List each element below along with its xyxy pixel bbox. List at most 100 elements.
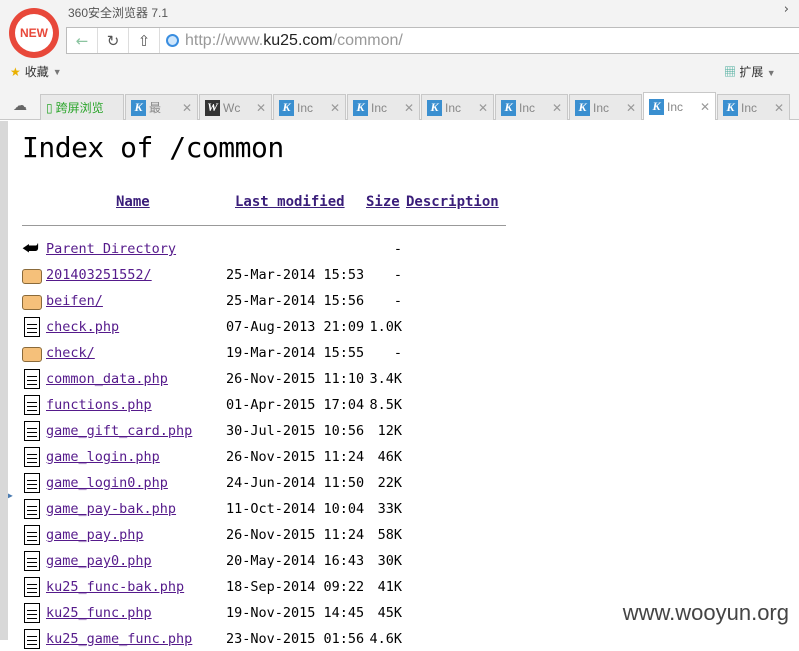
refresh-icon[interactable]: ↻ [98, 28, 129, 53]
file-link[interactable]: 201403251552/ [46, 267, 152, 283]
file-link[interactable]: game_pay.php [46, 527, 144, 543]
close-icon[interactable]: ✕ [774, 101, 784, 115]
cloud-icon[interactable]: ☁ [0, 92, 40, 120]
close-icon[interactable]: ✕ [700, 100, 710, 114]
file-size: 58K [377, 527, 402, 543]
tab[interactable]: K Inc ✕ [717, 94, 790, 120]
file-icon [24, 395, 40, 415]
tab-label: Inc [445, 100, 462, 115]
file-link[interactable]: beifen/ [46, 293, 103, 309]
sort-by-modified-link[interactable]: Last modified [235, 194, 345, 210]
tab[interactable]: K 最 ✕ [125, 94, 198, 120]
file-link[interactable]: game_gift_card.php [46, 423, 192, 439]
table-row: beifen/25-Mar-2014 15:56 - [22, 291, 522, 313]
file-link[interactable]: check/ [46, 345, 95, 361]
tab[interactable]: K Inc ✕ [643, 92, 716, 120]
tab-label: 跨屏浏览 [55, 101, 104, 115]
k-icon: K [279, 99, 294, 116]
close-icon[interactable]: ✕ [182, 101, 192, 115]
browser-chrome: NEW 360安全浏览器 7.1 › ← ↻ ⇧ http://www.ku25… [0, 0, 799, 120]
extensions-button[interactable]: ▦ 扩展 ▼ [724, 63, 776, 80]
globe-icon [166, 34, 179, 47]
modified-date: 18-Sep-2014 09:22 [226, 579, 365, 595]
file-link[interactable]: check.php [46, 319, 119, 335]
close-icon[interactable]: ✕ [552, 101, 562, 115]
tab-label: Inc [519, 100, 536, 115]
table-row: game_pay0.php 20-May-2014 16:43 30K [22, 551, 522, 573]
file-size: 1.0K [369, 319, 402, 335]
tab[interactable]: K Inc ✕ [421, 94, 494, 120]
modified-date: 19-Nov-2015 14:45 [226, 605, 365, 621]
file-icon [24, 577, 40, 597]
file-icon [24, 499, 40, 519]
modified-date: 30-Jul-2015 10:56 [226, 423, 365, 439]
file-icon [24, 317, 40, 337]
tab-label: Inc [297, 100, 314, 115]
k-icon: K [575, 99, 590, 116]
file-link[interactable]: ku25_game_func.php [46, 631, 192, 647]
url-input[interactable]: http://www.ku25.com/common/ [160, 32, 403, 50]
file-size: 12K [377, 423, 402, 439]
modified-date: 26-Nov-2015 11:10 [226, 371, 365, 387]
modified-date: 26-Nov-2015 11:24 [226, 449, 365, 465]
file-link[interactable]: common_data.php [46, 371, 168, 387]
chevron-right-icon[interactable]: › [784, 2, 789, 17]
file-size: 22K [377, 475, 402, 491]
file-size: - [393, 345, 402, 361]
table-row: functions.php 01-Apr-2015 17:04 8.5K [22, 395, 522, 417]
file-size: 45K [377, 605, 402, 621]
tab[interactable]: K Inc ✕ [347, 94, 420, 120]
close-icon[interactable]: ✕ [330, 101, 340, 115]
file-size: 30K [377, 553, 402, 569]
star-icon: ★ [10, 64, 21, 79]
k-icon: K [353, 99, 368, 116]
browser-logo[interactable]: NEW [9, 8, 59, 58]
file-link[interactable]: game_pay-bak.php [46, 501, 176, 517]
tab[interactable]: W Wc ✕ [199, 94, 272, 120]
modified-date: 19-Mar-2014 15:55 [226, 345, 365, 361]
tab-label: Inc [593, 100, 610, 115]
tab[interactable]: K Inc ✕ [273, 94, 346, 120]
file-link[interactable]: ku25_func-bak.php [46, 579, 184, 595]
file-icon [24, 447, 40, 467]
file-link[interactable]: game_pay0.php [46, 553, 152, 569]
sidebar-expand-icon[interactable]: ▶ [8, 491, 16, 500]
file-link[interactable]: game_login.php [46, 449, 160, 465]
table-row: game_pay.php 26-Nov-2015 11:24 58K [22, 525, 522, 547]
file-size: - [393, 241, 402, 257]
sort-by-description-link[interactable]: Description [406, 194, 499, 210]
folder-icon [22, 347, 42, 362]
modified-date: 01-Apr-2015 17:04 [226, 397, 365, 413]
divider [22, 225, 506, 226]
home-icon[interactable]: ⇧ [129, 28, 160, 53]
modified-date: 07-Aug-2013 21:09 [226, 319, 365, 335]
table-row: game_pay-bak.php 11-Oct-2014 10:04 33K [22, 499, 522, 521]
table-row: common_data.php 26-Nov-2015 11:10 3.4K [22, 369, 522, 391]
file-link[interactable]: ku25_func.php [46, 605, 152, 621]
k-icon: K [501, 99, 516, 116]
sort-by-size-link[interactable]: Size [366, 194, 400, 210]
close-icon[interactable]: ✕ [256, 101, 266, 115]
k-icon: K [131, 99, 146, 116]
modified-date: 20-May-2014 16:43 [226, 553, 365, 569]
file-icon [24, 603, 40, 623]
address-bar[interactable]: ← ↻ ⇧ http://www.ku25.com/common/ [66, 27, 799, 54]
file-link[interactable]: game_login0.php [46, 475, 168, 491]
file-icon [24, 421, 40, 441]
tab-label: Wc [223, 100, 241, 115]
table-row: ⮨ Parent Directory - [22, 239, 522, 261]
file-size: 33K [377, 501, 402, 517]
close-icon[interactable]: ✕ [626, 101, 636, 115]
close-icon[interactable]: ✕ [404, 101, 414, 115]
back-arrow-icon[interactable]: ← [67, 28, 98, 53]
file-link[interactable]: functions.php [46, 397, 152, 413]
table-row: game_login0.php 24-Jun-2014 11:50 22K [22, 473, 522, 495]
file-link[interactable]: Parent Directory [46, 241, 176, 257]
close-icon[interactable]: ✕ [478, 101, 488, 115]
file-size: 3.4K [369, 371, 402, 387]
tab[interactable]: K Inc ✕ [569, 94, 642, 120]
sort-by-name-link[interactable]: Name [116, 194, 150, 210]
tab[interactable]: K Inc ✕ [495, 94, 568, 120]
tab[interactable]: ▯ 跨屏浏览 [40, 94, 124, 120]
bookmarks-button[interactable]: ★ 收藏 ▼ [10, 63, 62, 80]
